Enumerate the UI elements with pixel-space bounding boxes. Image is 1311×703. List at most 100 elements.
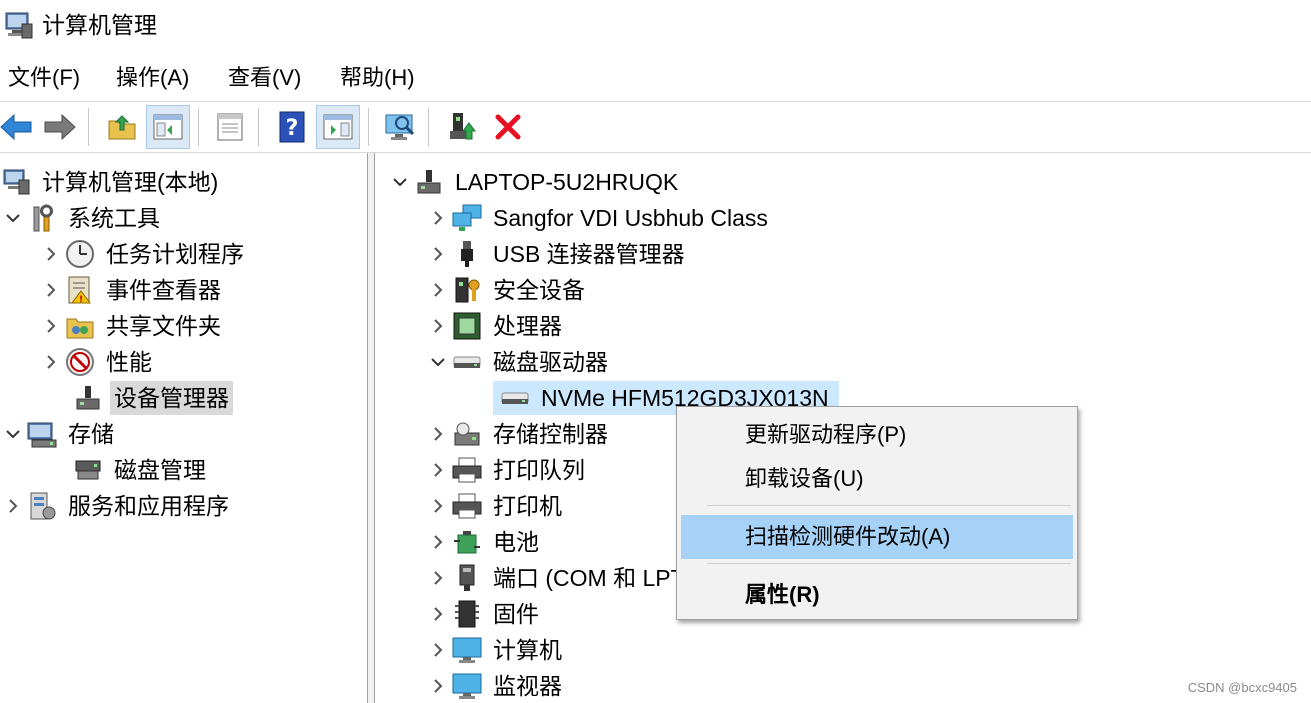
device-category-storage-controllers[interactable]: 存储控制器 xyxy=(425,417,612,451)
device-category-label: 固件 xyxy=(493,601,539,627)
menu-file[interactable]: 文件(F) xyxy=(6,58,82,98)
show-hide-console-tree-button[interactable] xyxy=(146,105,190,149)
menu-separator xyxy=(707,505,1071,506)
chevron-right-icon[interactable] xyxy=(425,669,451,703)
device-category-batteries[interactable]: 电池 xyxy=(425,525,543,559)
tree-item-shared-folders[interactable]: 共享文件夹 xyxy=(38,309,225,343)
chevron-right-icon[interactable] xyxy=(425,525,451,559)
chevron-down-icon[interactable] xyxy=(425,345,451,379)
chevron-right-icon[interactable] xyxy=(425,561,451,595)
device-category-disk-drives[interactable]: 磁盘驱动器 xyxy=(425,345,612,379)
battery-icon xyxy=(451,526,483,558)
chevron-right-icon[interactable] xyxy=(38,345,64,379)
printer-icon xyxy=(451,454,483,486)
toolbar-separator xyxy=(368,108,369,146)
device-category-usb-connector[interactable]: USB 连接器管理器 xyxy=(425,237,689,271)
folder-up-icon xyxy=(108,115,136,140)
disk-management-icon xyxy=(72,454,104,486)
computer-management-icon xyxy=(5,12,33,39)
tree-item-device-manager[interactable]: 设备管理器 xyxy=(64,381,233,415)
chevron-right-icon[interactable] xyxy=(425,309,451,343)
tree-item-label: 设备管理器 xyxy=(110,381,233,415)
tree-item-event-viewer[interactable]: ! 事件查看器 xyxy=(38,273,225,307)
computer-management-icon xyxy=(0,166,34,198)
show-hide-action-pane-button[interactable] xyxy=(316,105,360,149)
computer-name: LAPTOP-5U2HRUQK xyxy=(455,169,679,195)
help-button[interactable]: ? xyxy=(270,105,314,149)
security-key-icon xyxy=(451,274,483,306)
menu-help[interactable]: 帮助(H) xyxy=(338,58,417,98)
properties-button[interactable] xyxy=(208,105,252,149)
tree-item-disk-management[interactable]: 磁盘管理 xyxy=(64,453,210,487)
chevron-right-icon[interactable] xyxy=(425,237,451,271)
device-category-firmware[interactable]: 固件 xyxy=(425,597,543,631)
update-driver-button[interactable] xyxy=(440,105,484,149)
device-category-printers[interactable]: 打印机 xyxy=(425,489,566,523)
console-tree-icon xyxy=(153,114,183,140)
chevron-right-icon[interactable] xyxy=(38,273,64,307)
device-category-label: 处理器 xyxy=(493,313,562,339)
services-icon xyxy=(26,490,58,522)
tree-item-label: 事件查看器 xyxy=(106,277,221,303)
menu-item-update-driver[interactable]: 更新驱动程序(P) xyxy=(681,413,1073,457)
tree-item-label: 存储 xyxy=(68,421,114,447)
chevron-right-icon[interactable] xyxy=(38,237,64,271)
processor-chip-icon xyxy=(451,310,483,342)
menu-item-uninstall-device[interactable]: 卸载设备(U) xyxy=(681,457,1073,501)
device-category-label: 监视器 xyxy=(493,673,562,699)
chevron-right-icon[interactable] xyxy=(425,417,451,451)
context-menu: 更新驱动程序(P) 卸载设备(U) 扫描检测硬件改动(A) 属性(R) xyxy=(676,406,1078,620)
properties-sheet-icon xyxy=(217,113,243,141)
network-monitors-icon xyxy=(451,202,483,234)
menu-action[interactable]: 操作(A) xyxy=(114,58,191,98)
device-category-computer[interactable]: 计算机 xyxy=(425,633,566,667)
toolbar-separator xyxy=(428,108,429,146)
chevron-down-icon[interactable] xyxy=(387,165,413,199)
chevron-down-icon[interactable] xyxy=(0,417,26,451)
tree-item-performance[interactable]: 性能 xyxy=(38,345,156,379)
up-level-button[interactable] xyxy=(100,105,144,149)
chevron-right-icon[interactable] xyxy=(425,273,451,307)
chevron-right-icon[interactable] xyxy=(425,489,451,523)
performance-gauge-icon xyxy=(64,346,96,378)
back-button[interactable] xyxy=(0,105,38,149)
chevron-right-icon[interactable] xyxy=(0,489,26,523)
device-category-label: 打印机 xyxy=(493,493,562,519)
device-category-sangfor[interactable]: Sangfor VDI Usbhub Class xyxy=(425,201,772,235)
chevron-right-icon[interactable] xyxy=(38,309,64,343)
tree-item-storage[interactable]: 存储 xyxy=(0,417,118,451)
device-category-label: 端口 (COM 和 LPT) xyxy=(493,565,693,591)
tree-item-system-tools[interactable]: 系统工具 xyxy=(0,201,164,235)
device-category-monitors[interactable]: 监视器 xyxy=(425,669,566,703)
forward-button[interactable] xyxy=(38,105,82,149)
menu-bar: 文件(F) 操作(A) 查看(V) 帮助(H) xyxy=(0,58,1311,98)
chevron-right-icon[interactable] xyxy=(425,597,451,631)
device-category-label: 电池 xyxy=(493,529,539,555)
chevron-down-icon[interactable] xyxy=(0,201,26,235)
tree-item-computer-management[interactable]: 计算机管理(本地) xyxy=(0,165,222,199)
tools-icon xyxy=(26,202,58,234)
monitor-icon xyxy=(451,634,483,666)
clock-icon xyxy=(64,238,96,270)
tree-item-label: 共享文件夹 xyxy=(106,313,221,339)
menu-view[interactable]: 查看(V) xyxy=(226,58,303,98)
menu-item-properties[interactable]: 属性(R) xyxy=(681,573,1073,617)
scan-hardware-button[interactable] xyxy=(378,105,422,149)
menu-item-scan-hardware[interactable]: 扫描检测硬件改动(A) xyxy=(681,515,1073,559)
device-category-processor[interactable]: 处理器 xyxy=(425,309,566,343)
uninstall-device-button[interactable] xyxy=(486,105,530,149)
chevron-right-icon[interactable] xyxy=(425,453,451,487)
tree-item-label: 计算机管理(本地) xyxy=(42,169,219,195)
device-category-security[interactable]: 安全设备 xyxy=(425,273,589,307)
tree-item-task-scheduler[interactable]: 任务计划程序 xyxy=(38,237,248,271)
device-update-icon xyxy=(450,113,476,140)
chevron-right-icon[interactable] xyxy=(425,633,451,667)
tree-item-services-applications[interactable]: 服务和应用程序 xyxy=(0,489,233,523)
device-category-print-queues[interactable]: 打印队列 xyxy=(425,453,589,487)
device-category-ports[interactable]: 端口 (COM 和 LPT) xyxy=(425,561,696,595)
monitor-icon xyxy=(451,670,483,702)
pane-splitter[interactable] xyxy=(367,153,375,703)
device-tree-root[interactable]: LAPTOP-5U2HRUQK xyxy=(387,165,682,199)
action-pane-icon xyxy=(323,114,353,140)
chevron-right-icon[interactable] xyxy=(425,201,451,235)
